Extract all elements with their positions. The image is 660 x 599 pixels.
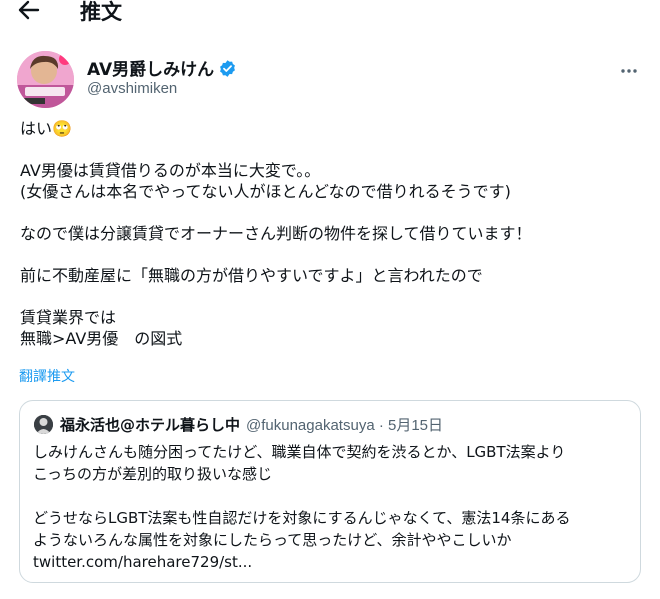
- tweet-line: 前に不動産屋に「無職の方が借りやすいですよ」と言われたので: [20, 266, 483, 285]
- quoted-author-handle: @fukunagakatsuya · 5月15日: [246, 417, 444, 434]
- tweet-line: 無職>AV男優 の図式: [20, 329, 183, 348]
- quoted-line-blank: [33, 485, 570, 507]
- quoted-line: どうせならLGBT法案も性自認だけを対象にするんじゃなくて、憲法14条にある: [33, 509, 571, 527]
- quoted-tweet[interactable]: 福永活也@ホテル暮らし中 @fukunagakatsuya · 5月15日 しみけ…: [19, 400, 641, 583]
- quoted-line: しみけんさんも随分困ってたけど、職業自体で契約を渋るとか、LGBT法案より: [33, 443, 566, 461]
- quoted-tweet-text: しみけんさんも随分困ってたけど、職業自体で契約を渋るとか、LGBT法案より こっ…: [33, 441, 570, 573]
- avatar[interactable]: [17, 51, 74, 108]
- tweet-line: (女優さんは本名でやってない人がほとんどなので借りれるそうです): [20, 182, 511, 201]
- top-bar: 推文: [0, 0, 660, 30]
- tweet-line: はい🙄: [20, 119, 72, 138]
- tweet-line: AV男優は賃貸借りるのが本当に大変で。。: [20, 161, 321, 180]
- more-dots-icon[interactable]: [620, 62, 638, 78]
- page-title: 推文: [80, 0, 122, 24]
- author-name[interactable]: AV男爵しみけん: [87, 60, 214, 80]
- verified-badge-icon: [218, 59, 237, 83]
- quoted-link: twitter.com/harehare729/st...: [33, 553, 253, 571]
- quoted-author-name: 福永活也@ホテル暮らし中: [60, 416, 241, 434]
- quoted-line: こっちの方が差別的取り扱いな感じ: [33, 465, 272, 483]
- author-name-row[interactable]: AV男爵しみけん: [87, 55, 237, 83]
- tweet-text: はい🙄 AV男優は賃貸借りるのが本当に大変で。。 (女優さんは本名でやってない人…: [20, 118, 650, 349]
- translate-tweet-link[interactable]: 翻譯推文: [19, 366, 75, 386]
- arrow-left-icon[interactable]: [18, 0, 46, 22]
- author-handle[interactable]: @avshimiken: [87, 80, 177, 97]
- tweet-line: 賃貸業界では: [20, 308, 117, 327]
- tweet-line: なので僕は分譲賃貸でオーナーさん判断の物件を探して借りています！: [20, 224, 532, 243]
- quoted-avatar: [34, 415, 53, 434]
- quoted-author-row: 福永活也@ホテル暮らし中 @fukunagakatsuya · 5月15日: [60, 414, 443, 435]
- quoted-line: ようないろんな属性を対象にしたらって思ったけど、余計ややこしいか: [33, 531, 512, 549]
